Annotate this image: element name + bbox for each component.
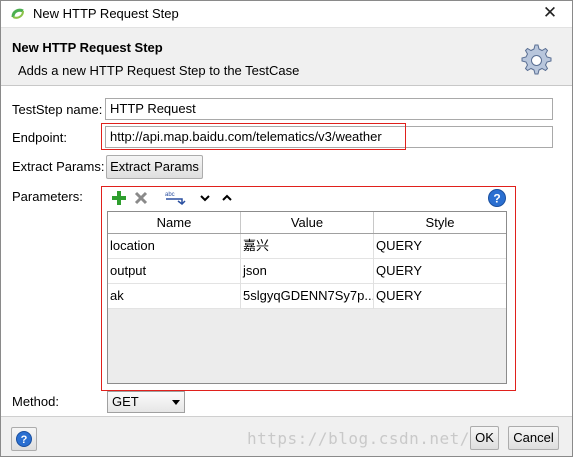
help-icon[interactable]: ? [487, 188, 507, 208]
move-up-icon[interactable] [220, 189, 234, 207]
move-down-icon[interactable] [198, 189, 212, 207]
svg-text:?: ? [21, 434, 28, 446]
endpoint-highlight-box [101, 123, 406, 150]
ok-button[interactable]: OK [470, 426, 499, 450]
teststep-name-label: TestStep name: [12, 102, 103, 117]
chevron-down-icon [172, 400, 180, 405]
table-row[interactable]: location 嘉兴 QUERY [108, 234, 506, 259]
copy-params-icon[interactable]: abc [164, 189, 186, 207]
table-row[interactable]: output json QUERY [108, 259, 506, 284]
method-label: Method: [12, 394, 59, 409]
column-header-value[interactable]: Value [241, 212, 374, 233]
header-title: New HTTP Request Step [12, 40, 163, 55]
column-header-style[interactable]: Style [374, 212, 506, 233]
cancel-button[interactable]: Cancel [508, 426, 559, 450]
header-description: Adds a new HTTP Request Step to the Test… [18, 63, 300, 78]
param-value-cell[interactable]: 嘉兴 [241, 234, 374, 259]
param-style-cell[interactable]: QUERY [374, 284, 506, 309]
extract-params-label: Extract Params: [12, 159, 105, 174]
param-style-cell[interactable]: QUERY [374, 234, 506, 259]
method-select[interactable]: GET [107, 391, 185, 413]
title-bar: New HTTP Request Step ✕ [1, 1, 572, 27]
extract-params-button[interactable]: Extract Params [106, 155, 203, 179]
teststep-name-input[interactable]: HTTP Request [105, 98, 553, 120]
svg-text:?: ? [493, 192, 500, 206]
table-row[interactable]: ak 5slgyqGDENN7Sy7p... QUERY [108, 284, 506, 309]
help-button[interactable]: ? [11, 427, 37, 451]
close-button[interactable]: ✕ [539, 3, 561, 23]
dialog-window: New HTTP Request Step ✕ New HTTP Request… [0, 0, 573, 457]
help-icon: ? [16, 431, 32, 447]
remove-icon[interactable] [132, 189, 150, 207]
column-header-name[interactable]: Name [108, 212, 241, 233]
parameters-label: Parameters: [12, 189, 83, 204]
param-style-cell[interactable]: QUERY [374, 259, 506, 284]
svg-text:abc: abc [165, 192, 175, 198]
soapui-logo-icon [11, 8, 24, 19]
gear-icon [521, 44, 552, 75]
param-name-cell[interactable]: ak [108, 284, 241, 309]
dialog-header: New HTTP Request Step Adds a new HTTP Re… [1, 27, 572, 86]
window-title: New HTTP Request Step [33, 6, 179, 21]
dialog-footer: ? https://blog.csdn.net/ OK Cancel [1, 416, 572, 456]
parameters-table[interactable]: Name Value Style location 嘉兴 QUERY outpu… [107, 211, 507, 384]
method-selected-value: GET [112, 394, 139, 409]
param-value-cell[interactable]: 5slgyqGDENN7Sy7p... [241, 284, 374, 309]
param-value-cell[interactable]: json [241, 259, 374, 284]
table-header: Name Value Style [108, 212, 506, 234]
add-icon[interactable] [110, 189, 128, 207]
watermark-text: https://blog.csdn.net/ [247, 429, 470, 448]
param-name-cell[interactable]: output [108, 259, 241, 284]
param-name-cell[interactable]: location [108, 234, 241, 259]
endpoint-label: Endpoint: [12, 130, 67, 145]
